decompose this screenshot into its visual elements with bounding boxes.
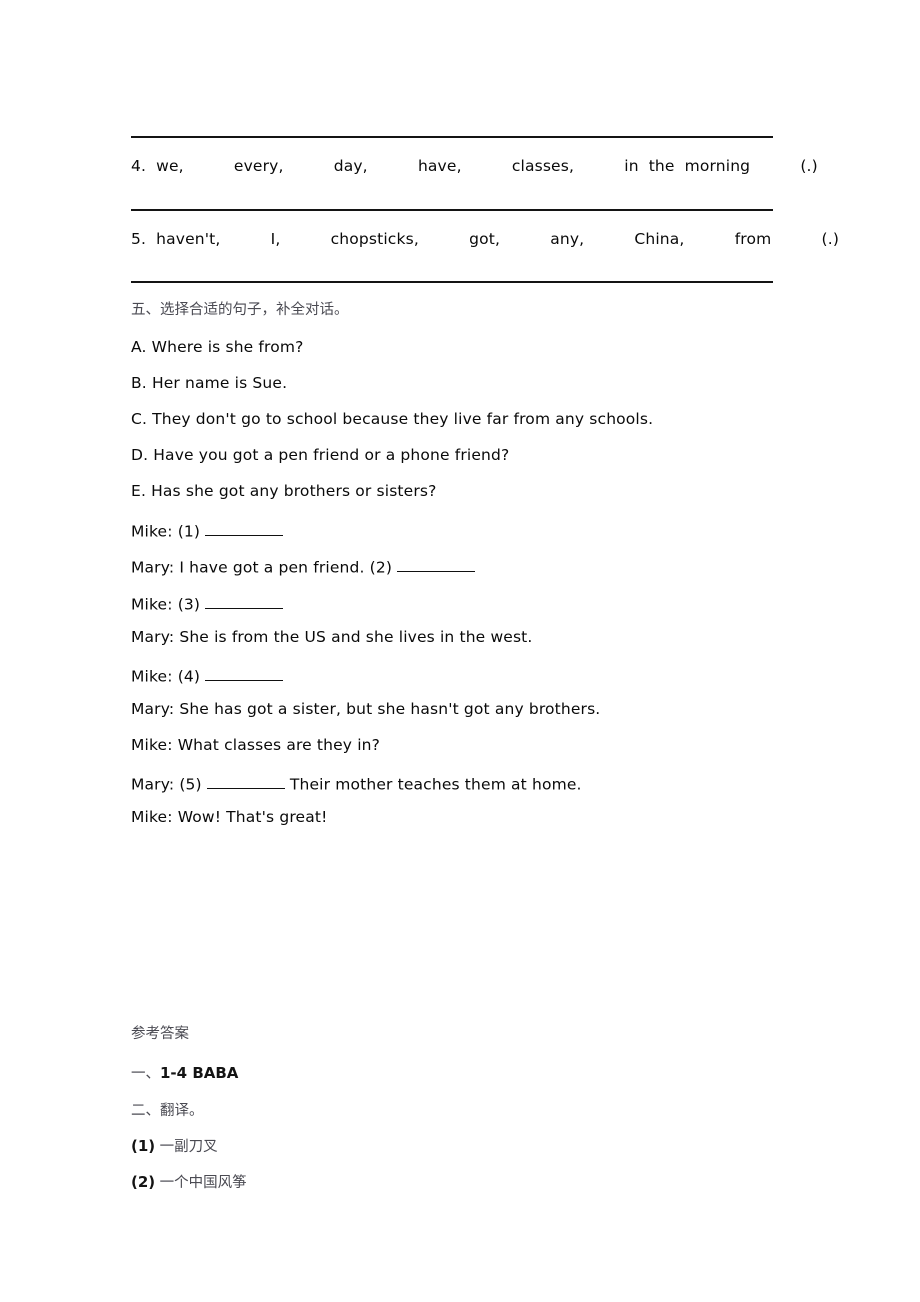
dialogue-line-8: Mary: (5) Their mother teaches them at h… bbox=[131, 774, 582, 793]
dialogue-speaker: Mary: bbox=[131, 558, 175, 577]
section-five-option-c: C. They don't go to school because they … bbox=[131, 410, 654, 428]
sentence-number: 5. bbox=[131, 230, 147, 248]
dialogue-speaker: Mike: bbox=[131, 522, 173, 541]
answer-key-value: 翻译。 bbox=[160, 1103, 204, 1119]
sentence-number: 4. bbox=[131, 157, 147, 175]
sentence-words: we, every, day, have, classes, in the mo… bbox=[156, 157, 818, 175]
dialogue-line-6: Mary: She has got a sister, but she hasn… bbox=[131, 700, 601, 718]
dialogue-text: What classes are they in? bbox=[177, 736, 381, 754]
dialogue-blank[interactable] bbox=[397, 557, 476, 573]
answer-key-entry-4: (2) 一个中国风筝 bbox=[131, 1171, 247, 1192]
section-five-option-d: D. Have you got a pen friend or a phone … bbox=[131, 446, 510, 464]
answer-key-entry-2: 二、翻译。 bbox=[131, 1099, 204, 1120]
section-five-option-a: A. Where is she from? bbox=[131, 338, 304, 356]
worksheet-page: 4. we, every, day, have, classes, in the… bbox=[0, 0, 920, 1302]
dialogue-text-after: Their mother teaches them at home. bbox=[289, 775, 582, 794]
answer-key-entry-3: (1) 一副刀叉 bbox=[131, 1135, 218, 1156]
dialogue-blank[interactable] bbox=[205, 666, 284, 682]
answer-rule-4 bbox=[131, 209, 773, 211]
answer-rule-3 bbox=[131, 136, 773, 138]
dialogue-line-7: Mike: What classes are they in? bbox=[131, 736, 381, 754]
dialogue-text: (4) bbox=[177, 667, 201, 686]
dialogue-blank[interactable] bbox=[206, 774, 285, 790]
dialogue-speaker: Mary: bbox=[131, 700, 175, 718]
dialogue-line-9: Mike: Wow! That's great! bbox=[131, 808, 328, 826]
dialogue-text: (1) bbox=[177, 522, 201, 541]
sentence-ordering-item-5: 5. haven't, I, chopsticks, got, any, Chi… bbox=[131, 230, 840, 248]
dialogue-line-4: Mary: She is from the US and she lives i… bbox=[131, 628, 533, 646]
answer-key-label: (2) bbox=[131, 1173, 156, 1191]
answer-key-label: 一、 bbox=[131, 1066, 160, 1082]
dialogue-speaker: Mike: bbox=[131, 667, 173, 686]
sentence-words: haven't, I, chopsticks, got, any, China,… bbox=[156, 230, 840, 248]
section-five-option-e: E. Has she got any brothers or sisters? bbox=[131, 482, 437, 500]
dialogue-speaker: Mike: bbox=[131, 595, 173, 614]
dialogue-line-1: Mike: (1) bbox=[131, 521, 284, 541]
dialogue-text: (3) bbox=[177, 595, 201, 614]
dialogue-speaker: Mary: bbox=[131, 628, 175, 646]
answer-key-label: 二、 bbox=[131, 1103, 160, 1119]
sentence-ordering-item-4: 4. we, every, day, have, classes, in the… bbox=[131, 157, 818, 175]
dialogue-text: Wow! That's great! bbox=[177, 808, 328, 826]
answer-key-entry-1: 一、1-4 BABA bbox=[131, 1062, 238, 1083]
section-five-heading: 五、选择合适的句子，补全对话。 bbox=[131, 302, 349, 318]
section-five-option-b: B. Her name is Sue. bbox=[131, 374, 288, 392]
answer-key-value: 一个中国风筝 bbox=[159, 1175, 247, 1191]
dialogue-text: She has got a sister, but she hasn't got… bbox=[179, 700, 601, 718]
answer-rule-5 bbox=[131, 281, 773, 283]
dialogue-line-3: Mike: (3) bbox=[131, 594, 284, 614]
dialogue-text: I have got a pen friend. (2) bbox=[179, 558, 393, 577]
answer-key-value: 一副刀叉 bbox=[159, 1139, 218, 1155]
dialogue-blank[interactable] bbox=[205, 594, 284, 610]
dialogue-line-5: Mike: (4) bbox=[131, 666, 284, 686]
dialogue-blank[interactable] bbox=[205, 521, 284, 537]
answer-key-label: (1) bbox=[131, 1137, 156, 1155]
dialogue-speaker: Mary: bbox=[131, 775, 175, 794]
dialogue-text: (5) bbox=[179, 775, 202, 794]
answer-key-title: 参考答案 bbox=[131, 1026, 189, 1042]
dialogue-speaker: Mike: bbox=[131, 808, 173, 826]
dialogue-text: She is from the US and she lives in the … bbox=[179, 628, 533, 646]
dialogue-line-2: Mary: I have got a pen friend. (2) bbox=[131, 557, 476, 577]
dialogue-speaker: Mike: bbox=[131, 736, 173, 754]
answer-key-value: 1-4 BABA bbox=[160, 1064, 239, 1082]
